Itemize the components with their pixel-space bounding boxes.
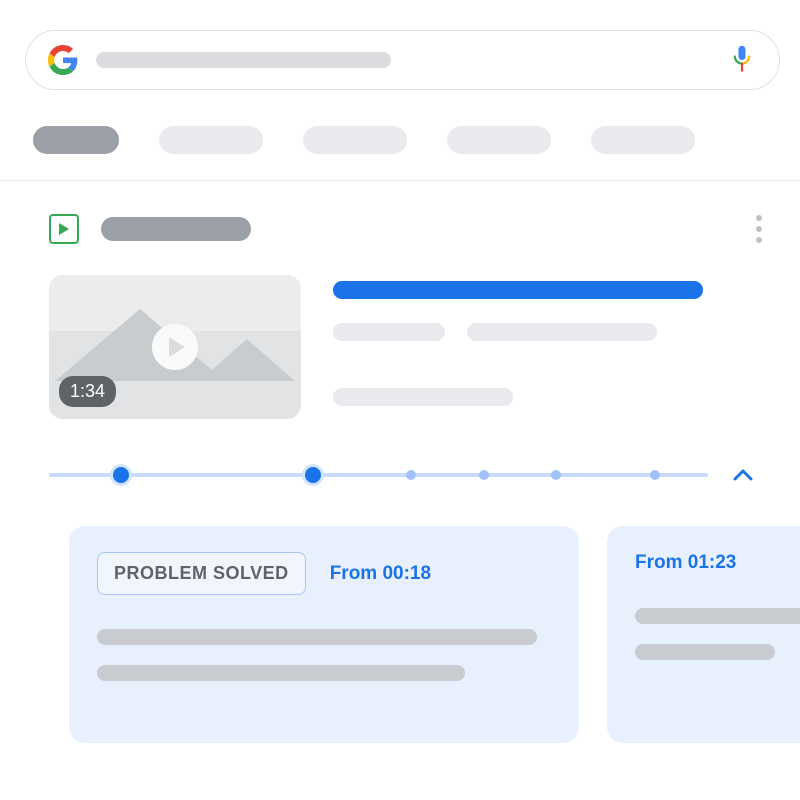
search-input-placeholder[interactable] <box>96 52 391 68</box>
key-moment-chip: PROBLEM SOLVED <box>97 552 306 595</box>
video-meta-1 <box>333 323 445 341</box>
video-meta-2 <box>467 323 657 341</box>
video-title[interactable] <box>333 281 703 299</box>
key-moments-timeline-row <box>25 460 780 490</box>
tab-3[interactable] <box>303 126 407 154</box>
key-moment-timestamp[interactable]: From 00:18 <box>330 563 431 585</box>
search-tabs <box>25 126 780 154</box>
video-metadata <box>333 275 780 430</box>
timeline-marker[interactable] <box>650 470 660 480</box>
key-moment-text-line <box>97 629 537 645</box>
result-source-label[interactable] <box>101 217 251 241</box>
video-result: 1:34 <box>25 275 780 430</box>
google-logo-icon <box>48 45 78 75</box>
key-moments-timeline[interactable] <box>49 467 708 483</box>
timeline-marker[interactable] <box>406 470 416 480</box>
play-icon <box>152 324 198 370</box>
timeline-marker[interactable] <box>479 470 489 480</box>
key-moment-text-line <box>635 644 775 660</box>
key-moment-cards: PROBLEM SOLVED From 00:18 From 01:23 <box>25 526 780 743</box>
key-moment-timestamp[interactable]: From 01:23 <box>635 552 736 574</box>
key-moment-text-line <box>97 665 465 681</box>
tab-all[interactable] <box>33 126 119 154</box>
search-bar[interactable] <box>25 30 780 90</box>
result-header <box>25 211 780 247</box>
video-meta-3 <box>333 388 513 406</box>
tab-2[interactable] <box>159 126 263 154</box>
video-source-icon <box>49 214 79 244</box>
tab-4[interactable] <box>447 126 551 154</box>
timeline-marker[interactable] <box>551 470 561 480</box>
video-thumbnail[interactable]: 1:34 <box>49 275 301 419</box>
tab-5[interactable] <box>591 126 695 154</box>
key-moment-card-2[interactable]: From 01:23 <box>607 526 800 743</box>
key-moment-card-1[interactable]: PROBLEM SOLVED From 00:18 <box>69 526 579 743</box>
timeline-marker-active[interactable] <box>305 467 321 483</box>
key-moment-text-line <box>635 608 800 624</box>
collapse-button[interactable] <box>728 460 758 490</box>
timeline-marker-active[interactable] <box>113 467 129 483</box>
divider <box>0 180 800 181</box>
more-options-icon[interactable] <box>752 211 766 247</box>
microphone-icon[interactable] <box>731 45 753 75</box>
video-duration: 1:34 <box>59 376 116 407</box>
